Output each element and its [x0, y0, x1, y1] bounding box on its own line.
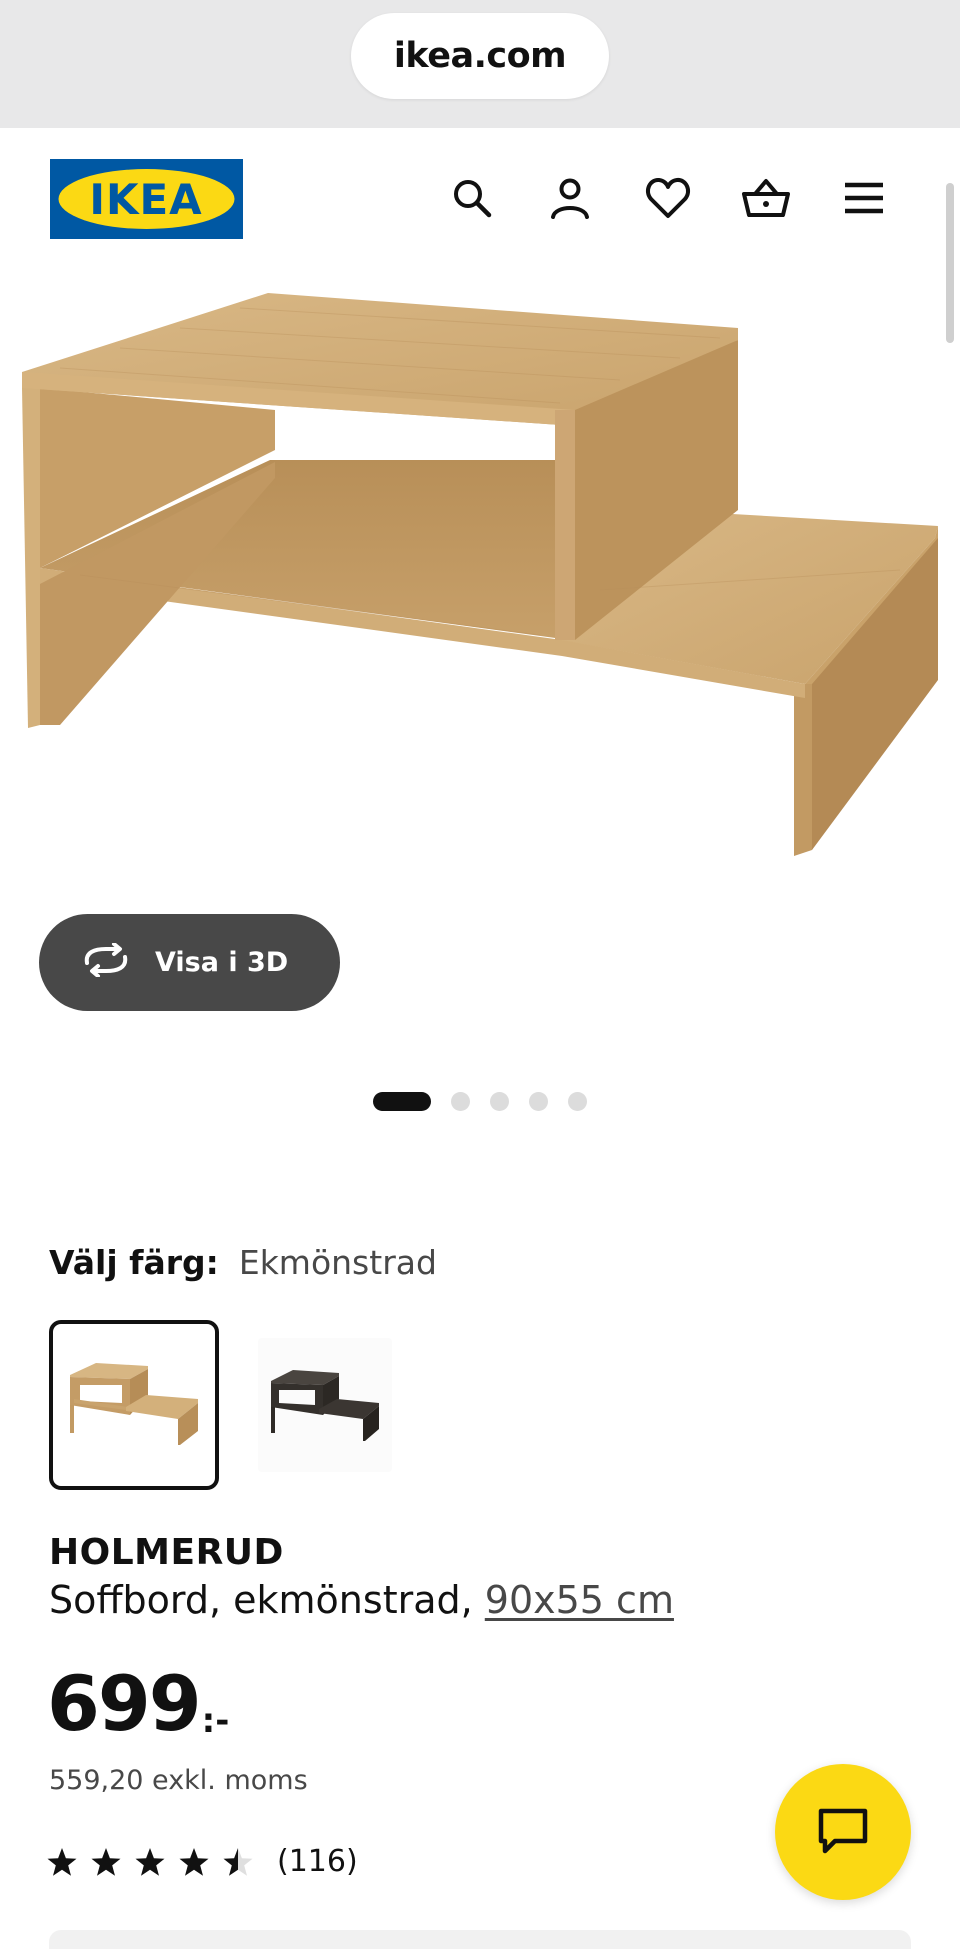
ikea-logo-graphic: IKEA — [50, 159, 243, 239]
star-icon — [179, 1848, 209, 1876]
carousel-dot[interactable] — [529, 1091, 548, 1111]
color-swatch-oak[interactable] — [49, 1320, 219, 1490]
color-selected-value: Ekmönstrad — [238, 1243, 437, 1282]
product-description: Soffbord, ekmönstrad, 90x55 cm — [49, 1578, 674, 1622]
half-star-icon — [223, 1848, 253, 1876]
star-icon — [135, 1848, 165, 1876]
star-icon — [91, 1848, 121, 1876]
svg-text:IKEA: IKEA — [89, 175, 202, 224]
color-swatch-black-brown[interactable] — [258, 1338, 392, 1472]
rating-stars — [47, 1848, 253, 1876]
account-icon[interactable] — [544, 172, 596, 224]
price-excl-vat: 559,20 exkl. moms — [49, 1765, 308, 1796]
color-label: Välj färg: — [49, 1243, 219, 1282]
review-count[interactable]: (116) — [277, 1844, 358, 1879]
ikea-logo[interactable]: IKEA — [50, 159, 243, 239]
browser-url-bar: ikea.com — [0, 0, 960, 128]
heart-icon[interactable] — [642, 172, 694, 224]
carousel-dot[interactable] — [568, 1091, 587, 1111]
chat-button[interactable] — [775, 1764, 911, 1900]
product-size-link[interactable]: 90x55 cm — [485, 1578, 674, 1622]
star-icon — [47, 1848, 77, 1876]
menu-icon[interactable] — [838, 172, 890, 224]
black-brown-table-thumbnail — [271, 1370, 379, 1441]
product-name: HOLMERUD — [49, 1532, 284, 1573]
carousel-dot[interactable] — [451, 1091, 470, 1111]
product-price: 699 :- — [47, 1660, 229, 1748]
next-section-card — [49, 1930, 911, 1949]
search-icon[interactable] — [446, 172, 498, 224]
carousel-dot[interactable] — [490, 1091, 509, 1111]
product-type: Soffbord, ekmönstrad, — [49, 1578, 485, 1622]
oak-table-thumbnail — [70, 1363, 198, 1445]
rotate-3d-icon — [81, 942, 131, 982]
view-3d-button[interactable]: Visa i 3D — [39, 914, 340, 1011]
chat-bubble-icon — [818, 1808, 868, 1854]
carousel-dot-active[interactable] — [373, 1091, 431, 1111]
price-amount: 699 — [47, 1659, 202, 1748]
product-rating[interactable]: (116) — [47, 1843, 358, 1879]
color-selection-label: Välj färg: Ekmönstrad — [49, 1243, 437, 1282]
url-field[interactable]: ikea.com — [351, 13, 609, 99]
basket-icon[interactable] — [740, 172, 792, 224]
view-3d-label: Visa i 3D — [155, 947, 289, 978]
product-image[interactable] — [0, 270, 960, 910]
price-suffix: :- — [201, 1701, 230, 1741]
carousel-pagination — [373, 1091, 587, 1111]
